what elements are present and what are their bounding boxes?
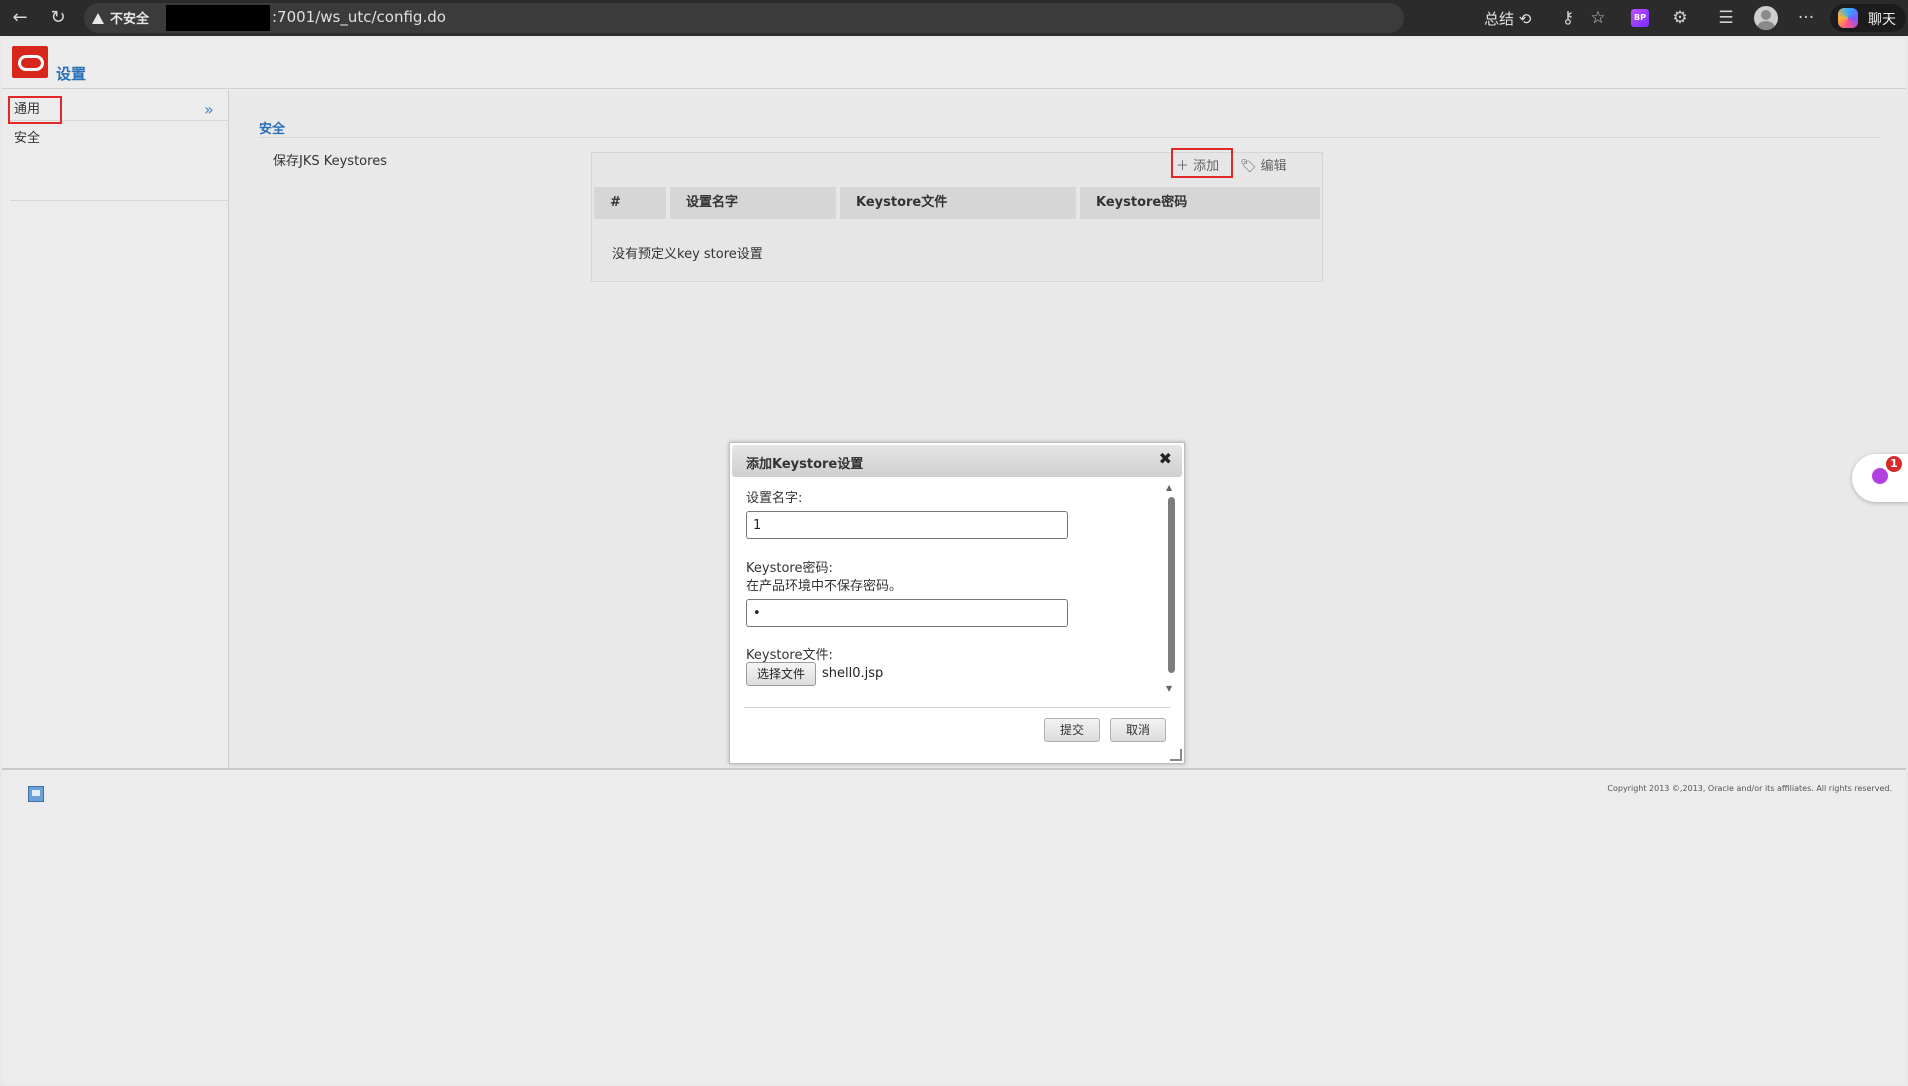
security-warning[interactable]: 不安全 [92,8,149,27]
section-title: 安全 [259,122,286,137]
add-keystore-dialog: 添加Keystore设置 ✖ 设置名字: Keystore密码: 在产品环境中不… [729,442,1185,764]
divider [744,707,1170,708]
notification-badge: 1 [1886,456,1902,472]
tag-icon: 🏷 [1240,159,1257,174]
name-input[interactable] [746,511,1068,539]
double-chevron-right-icon[interactable]: » [204,100,214,119]
divider [10,200,228,201]
security-label: 不安全 [110,12,150,27]
dialog-title: 添加Keystore设置 [746,457,864,472]
security-highlight-box [8,96,62,124]
copyright-text: Copyright 2013 ©,2013, Oracle and/or its… [1607,784,1892,793]
file-label: Keystore文件: [746,648,833,663]
browser-toolbar: ← ↻ 不安全 :7001/ws_utc/config.do 总结 ⟲ ⚷ ☆ … [0,0,1908,36]
selected-file-name: shell0.jsp [822,666,884,681]
oracle-logo [12,46,48,78]
empty-message: 没有预定义key store设置 [612,247,763,262]
redacted-host [166,5,270,31]
chat-label: 聊天 [1868,12,1896,28]
copilot-chat-button[interactable]: 聊天 [1830,4,1906,32]
back-arrow-icon[interactable]: ← [8,6,32,30]
url-text[interactable]: :7001/ws_utc/config.do [272,8,446,26]
sidebar-item-security[interactable]: 安全 [8,123,228,149]
favorite-star-icon[interactable]: ☆ [1586,7,1610,29]
column-header-password[interactable]: Keystore密码 [1080,187,1320,219]
summary-label: 总结 [1484,10,1515,28]
name-label: 设置名字: [746,491,803,506]
column-header-file[interactable]: Keystore文件 [840,187,1076,219]
scroll-up-arrow-icon[interactable]: ▲ [1166,483,1172,492]
submit-button[interactable]: 提交 [1044,718,1100,742]
key-icon[interactable]: ⚷ [1556,7,1580,29]
scrollbar-thumb[interactable] [1168,497,1175,673]
keystore-label: 保存JKS Keystores [273,154,387,169]
page-body: 设置 通用 安全 » 安全 保存JKS Keystores ＋ 添加 🏷 编辑 … [2,38,1906,1084]
footer-divider [2,768,1906,770]
add-highlight-box [1171,148,1233,178]
favorites-list-icon[interactable]: ☰ [1714,7,1738,29]
lightbulb-icon [1872,468,1888,484]
password-input[interactable] [746,599,1068,627]
resize-handle[interactable] [1170,749,1182,761]
extensions-puzzle-icon[interactable]: ⚙ [1668,7,1692,29]
column-header-name[interactable]: 设置名字 [670,187,836,219]
header-divider [2,88,1906,89]
warning-triangle-icon [92,13,104,24]
summary-button[interactable]: 总结 ⟲ [1484,8,1531,29]
page-title: 设置 [56,65,87,83]
scroll-down-arrow-icon[interactable]: ▼ [1166,684,1172,693]
divider [259,137,1879,138]
more-menu-icon[interactable]: ··· [1794,7,1818,29]
extension-bp-icon[interactable]: BP [1631,9,1649,27]
close-icon[interactable]: ✖ [1159,449,1172,468]
column-header-index[interactable]: # [594,187,666,219]
choose-file-button[interactable]: 选择文件 [746,662,816,686]
floating-assistant-widget[interactable]: 1 [1852,454,1908,502]
sidebar-item-label: 安全 [14,131,41,146]
dialog-header[interactable]: 添加Keystore设置 ✖ [732,445,1182,477]
window-icon[interactable] [28,786,44,802]
profile-avatar-icon[interactable] [1754,6,1778,30]
password-hint: 在产品环境中不保存密码。 [746,579,903,594]
edit-button[interactable]: 🏷 编辑 [1240,153,1287,181]
password-label: Keystore密码: [746,561,833,576]
cancel-button[interactable]: 取消 [1110,718,1166,742]
copilot-icon [1838,8,1858,28]
sidebar: 通用 安全 [2,90,228,768]
reload-icon[interactable]: ↻ [46,6,70,30]
edit-label: 编辑 [1260,159,1287,174]
